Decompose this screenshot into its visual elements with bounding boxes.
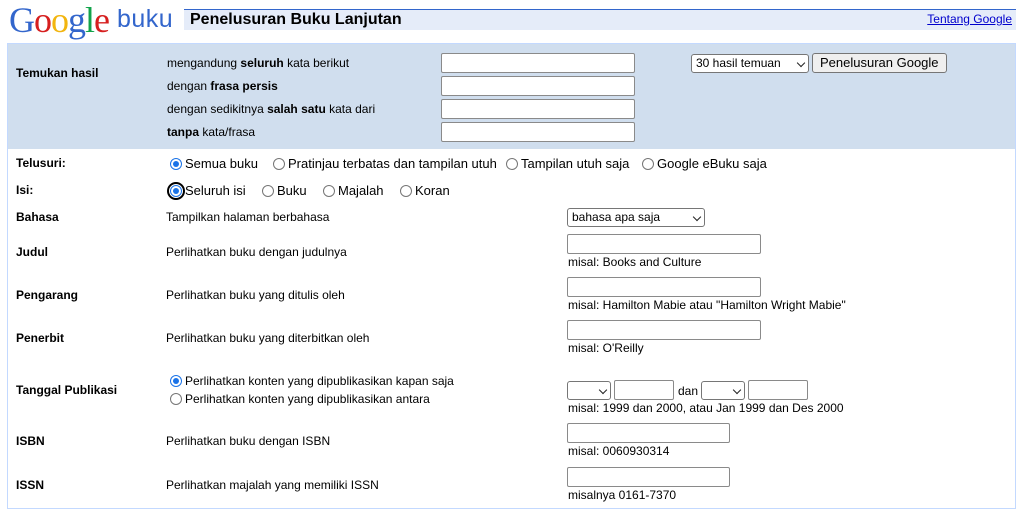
radio-icon	[400, 184, 412, 197]
radio-icon	[273, 157, 285, 170]
author-desc: Perlihatkan buku yang ditulis oleh	[166, 288, 345, 302]
pubdate-option-between[interactable]: Perlihatkan konten yang dipublikasikan a…	[170, 392, 430, 406]
issn-label: ISSN	[16, 478, 45, 492]
isbn-label: ISBN	[16, 434, 45, 448]
title-bar: Penelusuran Buku Lanjutan Tentang Google	[184, 9, 1016, 30]
google-search-button[interactable]: Penelusuran Google	[812, 53, 947, 73]
google-logo[interactable]: Google	[9, 0, 110, 40]
content-label: Isi:	[16, 183, 34, 197]
date-range-separator: dan	[678, 384, 699, 398]
content-option-magazines[interactable]: Majalah	[323, 183, 384, 198]
radio-icon	[323, 184, 335, 197]
page-title: Penelusuran Buku Lanjutan	[190, 11, 402, 28]
issn-hint: misalnya 0161-7370	[568, 488, 677, 502]
content-option-all[interactable]: Seluruh isi	[167, 181, 246, 200]
title-desc: Perlihatkan buku dengan judulnya	[166, 245, 347, 259]
browse-option-full-view[interactable]: Tampilan utuh saja	[506, 156, 629, 171]
all-words-label: mengandung seluruh kata berikut	[167, 56, 350, 70]
logo-letter: o	[34, 0, 52, 40]
without-words-input[interactable]	[441, 122, 635, 142]
start-year-input[interactable]	[614, 380, 674, 400]
find-results-section: Temukan hasil mengandung seluruh kata be…	[8, 44, 1015, 149]
browse-option-google-ebooks[interactable]: Google eBuku saja	[642, 156, 767, 171]
language-desc: Tampilkan halaman berbahasa	[166, 210, 330, 224]
logo-product-name: buku	[117, 5, 174, 33]
isbn-input[interactable]	[567, 423, 730, 443]
header: Google buku Penelusuran Buku Lanjutan Te…	[0, 0, 1024, 40]
language-value: bahasa apa saja	[572, 210, 661, 224]
results-count-value: 30 hasil temuan	[696, 56, 781, 70]
exact-phrase-input[interactable]	[441, 76, 635, 96]
title-input[interactable]	[567, 234, 761, 254]
logo-letter: G	[9, 0, 35, 40]
exact-phrase-label: dengan frasa persis	[167, 79, 278, 93]
chevron-down-icon	[598, 385, 608, 395]
end-year-input[interactable]	[748, 380, 808, 400]
publisher-hint: misal: O'Reilly	[568, 341, 644, 355]
radio-icon	[262, 184, 274, 197]
without-words-label: tanpa kata/frasa	[167, 125, 256, 139]
isbn-desc: Perlihatkan buku dengan ISBN	[166, 434, 331, 448]
chevron-down-icon	[796, 58, 806, 68]
about-google-link[interactable]: Tentang Google	[927, 12, 1012, 26]
isbn-hint: misal: 0060930314	[568, 444, 670, 458]
logo-letter: e	[94, 0, 110, 40]
language-label: Bahasa	[16, 210, 59, 224]
author-input[interactable]	[567, 277, 761, 297]
radio-selected-icon	[170, 375, 182, 387]
advanced-search-form: Temukan hasil mengandung seluruh kata be…	[7, 43, 1016, 509]
logo-letter: o	[51, 0, 69, 40]
any-words-label: dengan sedikitnya salah satu kata dari	[167, 102, 376, 116]
title-hint: misal: Books and Culture	[568, 255, 702, 269]
language-select[interactable]: bahasa apa saja	[567, 208, 705, 227]
author-label: Pengarang	[16, 288, 79, 302]
radio-icon	[170, 393, 182, 405]
publisher-label: Penerbit	[16, 331, 65, 345]
browse-option-limited-preview[interactable]: Pratinjau terbatas dan tampilan utuh	[273, 156, 497, 171]
publisher-desc: Perlihatkan buku yang diterbitkan oleh	[166, 331, 370, 345]
pubdate-label: Tanggal Publikasi	[16, 383, 118, 397]
radio-icon	[642, 157, 654, 170]
issn-desc: Perlihatkan majalah yang memiliki ISSN	[166, 478, 379, 492]
find-results-label: Temukan hasil	[16, 66, 99, 80]
all-words-input[interactable]	[441, 53, 635, 73]
title-label: Judul	[16, 245, 48, 259]
logo-letter: g	[68, 0, 86, 40]
chevron-down-icon	[732, 385, 742, 395]
radio-selected-icon	[167, 181, 185, 200]
publisher-input[interactable]	[567, 320, 761, 340]
chevron-down-icon	[692, 212, 702, 222]
author-hint: misal: Hamilton Mabie atau "Hamilton Wri…	[568, 298, 846, 312]
browse-option-all-books[interactable]: Semua buku	[170, 156, 258, 171]
radio-selected-icon	[170, 157, 182, 170]
content-option-newspapers[interactable]: Koran	[400, 183, 450, 198]
end-month-select[interactable]	[701, 381, 745, 400]
results-count-select[interactable]: 30 hasil temuan	[691, 54, 809, 73]
any-words-input[interactable]	[441, 99, 635, 119]
content-option-books[interactable]: Buku	[262, 183, 307, 198]
pubdate-option-anytime[interactable]: Perlihatkan konten yang dipublikasikan k…	[170, 374, 454, 388]
start-month-select[interactable]	[567, 381, 611, 400]
logo-letter: l	[85, 0, 95, 40]
issn-input[interactable]	[567, 467, 730, 487]
pubdate-hint: misal: 1999 dan 2000, atau Jan 1999 dan …	[568, 401, 844, 415]
browse-label: Telusuri:	[16, 156, 66, 170]
radio-icon	[506, 157, 518, 170]
